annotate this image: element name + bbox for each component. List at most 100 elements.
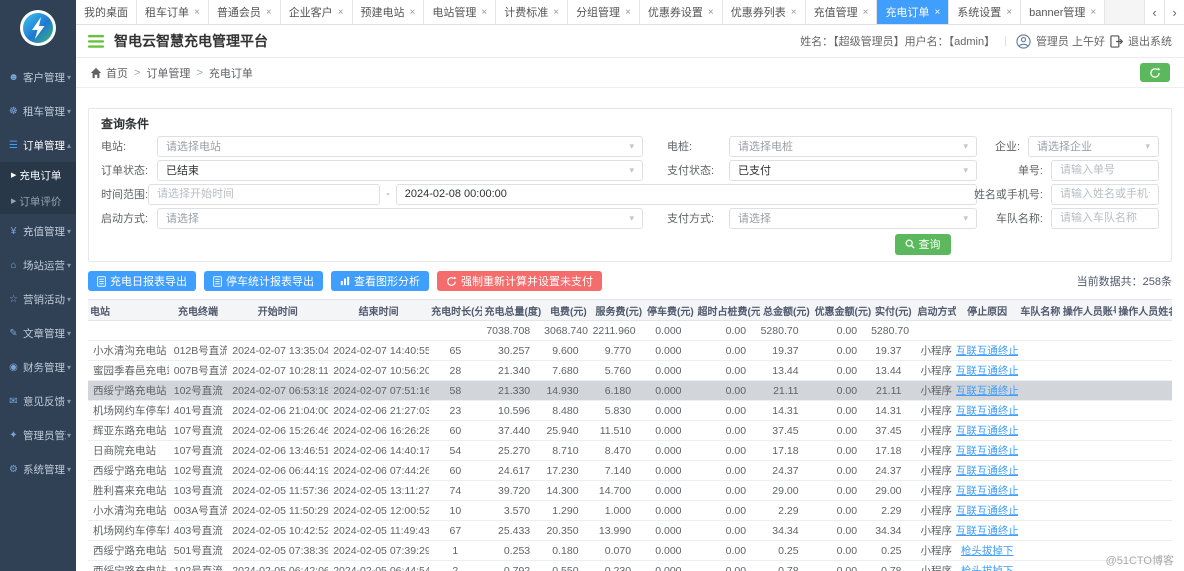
- sidebar-item-admin[interactable]: ✦管理员管理▾: [0, 418, 76, 452]
- table-row[interactable]: 西绥宁路充电站102号直流2024-02-07 06:53:182024-02-…: [88, 381, 1172, 401]
- pay-mode-select[interactable]: 请选择 ▾: [729, 208, 977, 229]
- table-cell: 60: [429, 461, 481, 481]
- tab-close-icon[interactable]: ×: [410, 7, 416, 18]
- sidebar-subitem-order-review[interactable]: ▶订单评价: [0, 188, 76, 214]
- stop-reason-link[interactable]: 互联互通终止: [956, 525, 1019, 537]
- tab-close-icon[interactable]: ×: [934, 7, 940, 18]
- summary-cell: [169, 321, 228, 341]
- chevron-down-icon: ▾: [67, 261, 71, 270]
- tab-item[interactable]: 系统设置×: [949, 0, 1021, 24]
- sidebar-item-customer[interactable]: ☻客户管理▾: [0, 60, 76, 94]
- sidebar-subitem-charge-order[interactable]: ▶充电订单: [0, 162, 76, 188]
- table-cell: 2024-02-05 13:11:27: [328, 481, 429, 501]
- tab-item[interactable]: 电站管理×: [424, 0, 496, 24]
- logout-icon[interactable]: [1110, 35, 1123, 48]
- tab-scroll-right-button[interactable]: ›: [1164, 0, 1184, 24]
- breadcrumb-home[interactable]: 首页: [106, 65, 128, 81]
- table-cell: 枪头拔掉下: [956, 561, 1019, 571]
- table-row[interactable]: 西绥宁路充电站102号直流2024-02-05 06:42:062024-02-…: [88, 561, 1172, 571]
- tab-item[interactable]: 优惠券设置×: [640, 0, 723, 24]
- stop-reason-link[interactable]: 互联互通终止: [956, 485, 1019, 497]
- stop-reason-link[interactable]: 枪头拔掉下: [961, 545, 1014, 557]
- tab-item[interactable]: 优惠券列表×: [723, 0, 806, 24]
- table-row[interactable]: 机场网约车停车场401号直流2024-02-06 21:04:002024-02…: [88, 401, 1172, 421]
- table-cell: 小程序: [916, 541, 956, 561]
- tab-item[interactable]: 普通会员×: [209, 0, 281, 24]
- tab-close-icon[interactable]: ×: [338, 7, 344, 18]
- sidebar-item-marketing[interactable]: ☆营销活动▾: [0, 282, 76, 316]
- pay-status-select[interactable]: 已支付 ▾: [729, 160, 977, 181]
- tab-close-icon[interactable]: ×: [481, 7, 487, 18]
- company-select[interactable]: 请选择企业 ▾: [1028, 136, 1159, 157]
- tab-close-icon[interactable]: ×: [1006, 7, 1012, 18]
- tab-item[interactable]: 我的桌面: [76, 0, 137, 24]
- tab-item[interactable]: 计费标准×: [496, 0, 568, 24]
- tab-close-icon[interactable]: ×: [553, 7, 559, 18]
- stop-reason-link[interactable]: 互联互通终止: [956, 425, 1019, 437]
- sidebar-item-article[interactable]: ✎文章管理▾: [0, 316, 76, 350]
- breadcrumb-order-mgmt[interactable]: 订单管理: [146, 65, 190, 81]
- tab-close-icon[interactable]: ×: [708, 7, 714, 18]
- view-chart-analysis-button[interactable]: 查看图形分析: [331, 271, 429, 291]
- stop-reason-link[interactable]: 互联互通终止: [956, 405, 1019, 417]
- logout-link[interactable]: 退出系统: [1128, 33, 1172, 49]
- tab-close-icon[interactable]: ×: [863, 7, 869, 18]
- end-time-input[interactable]: [396, 184, 977, 205]
- stop-reason-link[interactable]: 互联互通终止: [956, 365, 1019, 377]
- sidebar-item-system[interactable]: ⚙系统管理▾: [0, 452, 76, 486]
- sidebar-item-feedback[interactable]: ✉意见反馈▾: [0, 384, 76, 418]
- tab-close-icon[interactable]: ×: [791, 7, 797, 18]
- refresh-button[interactable]: [1140, 63, 1170, 82]
- tab-scroll-left-button[interactable]: ‹: [1144, 0, 1164, 24]
- name-phone-input[interactable]: [1051, 184, 1159, 205]
- fleet-input[interactable]: [1051, 208, 1159, 229]
- pile-select[interactable]: 请选择电桩 ▾: [729, 136, 977, 157]
- tab-item[interactable]: 分组管理×: [568, 0, 640, 24]
- hamburger-menu-icon[interactable]: [88, 35, 104, 48]
- tab-item[interactable]: 租车订单×: [137, 0, 209, 24]
- table-row[interactable]: 辉亚东路充电站107号直流2024-02-06 15:26:462024-02-…: [88, 421, 1172, 441]
- sidebar-item-station-ops[interactable]: ⌂场站运营▾: [0, 248, 76, 282]
- sidebar-item-recharge[interactable]: ¥充值管理▾: [0, 214, 76, 248]
- table-cell: 2024-02-06 21:27:03: [328, 401, 429, 421]
- tab-close-icon[interactable]: ×: [1090, 7, 1096, 18]
- order-status-select[interactable]: 已结束 ▾: [157, 160, 643, 181]
- table-row[interactable]: 机场网约车停车场403号直流2024-02-05 10:42:522024-02…: [88, 521, 1172, 541]
- table-cell: 2024-02-07 10:56:20: [328, 361, 429, 381]
- station-select[interactable]: 请选择电站 ▾: [157, 136, 643, 157]
- sidebar-item-finance[interactable]: ◉财务管理▾: [0, 350, 76, 384]
- table-row[interactable]: 胜利喜来充电站103号直流2024-02-05 11:57:362024-02-…: [88, 481, 1172, 501]
- stop-reason-link[interactable]: 互联互通终止: [956, 385, 1019, 397]
- tab-close-icon[interactable]: ×: [625, 7, 631, 18]
- tab-item[interactable]: 充电订单×: [877, 0, 949, 24]
- table-row[interactable]: 小水清沟充电站003A号直流2024-02-05 11:50:292024-02…: [88, 501, 1172, 521]
- tab-close-icon[interactable]: ×: [194, 7, 200, 18]
- table-row[interactable]: 蜜园季春邑充电站007B号直流2024-02-07 10:28:112024-0…: [88, 361, 1172, 381]
- start-mode-select[interactable]: 请选择 ▾: [157, 208, 643, 229]
- stop-reason-link[interactable]: 互联互通终止: [956, 465, 1019, 477]
- force-recalculate-button[interactable]: 强制重新计算并设置未支付: [437, 271, 602, 291]
- stop-reason-link[interactable]: 枪头拔掉下: [961, 565, 1014, 571]
- table-row[interactable]: 日商院充电站107号直流2024-02-06 13:46:512024-02-0…: [88, 441, 1172, 461]
- tab-item[interactable]: 充值管理×: [806, 0, 878, 24]
- sidebar-item-rental[interactable]: ☸租车管理▾: [0, 94, 76, 128]
- stop-reason-link[interactable]: 互联互通终止: [956, 345, 1019, 357]
- start-time-input[interactable]: [148, 184, 380, 205]
- tab-item[interactable]: banner管理×: [1021, 0, 1105, 24]
- table-row[interactable]: 西绥宁路充电站102号直流2024-02-06 06:44:192024-02-…: [88, 461, 1172, 481]
- sidebar-item-order[interactable]: ☰订单管理▴: [0, 128, 76, 162]
- breadcrumb-separator: >: [134, 67, 140, 79]
- table-row[interactable]: 小水清沟充电站012B号直流2024-02-07 13:35:042024-02…: [88, 341, 1172, 361]
- table-row[interactable]: 西绥宁路充电站501号直流2024-02-05 07:38:392024-02-…: [88, 541, 1172, 561]
- tab-close-icon[interactable]: ×: [266, 7, 272, 18]
- stop-reason-link[interactable]: 互联互通终止: [956, 445, 1019, 457]
- tab-item[interactable]: 预建电站×: [353, 0, 425, 24]
- search-button[interactable]: 查询: [895, 234, 951, 255]
- export-parking-report-button[interactable]: 停车统计报表导出: [204, 271, 323, 291]
- stop-reason-link[interactable]: 互联互通终止: [956, 505, 1019, 517]
- order-no-input[interactable]: [1051, 160, 1159, 181]
- table-cell: 互联互通终止: [956, 341, 1019, 361]
- tab-item[interactable]: 企业客户×: [281, 0, 353, 24]
- order-status-label: 订单状态:: [101, 162, 157, 178]
- export-daily-report-button[interactable]: 充电日报表导出: [88, 271, 196, 291]
